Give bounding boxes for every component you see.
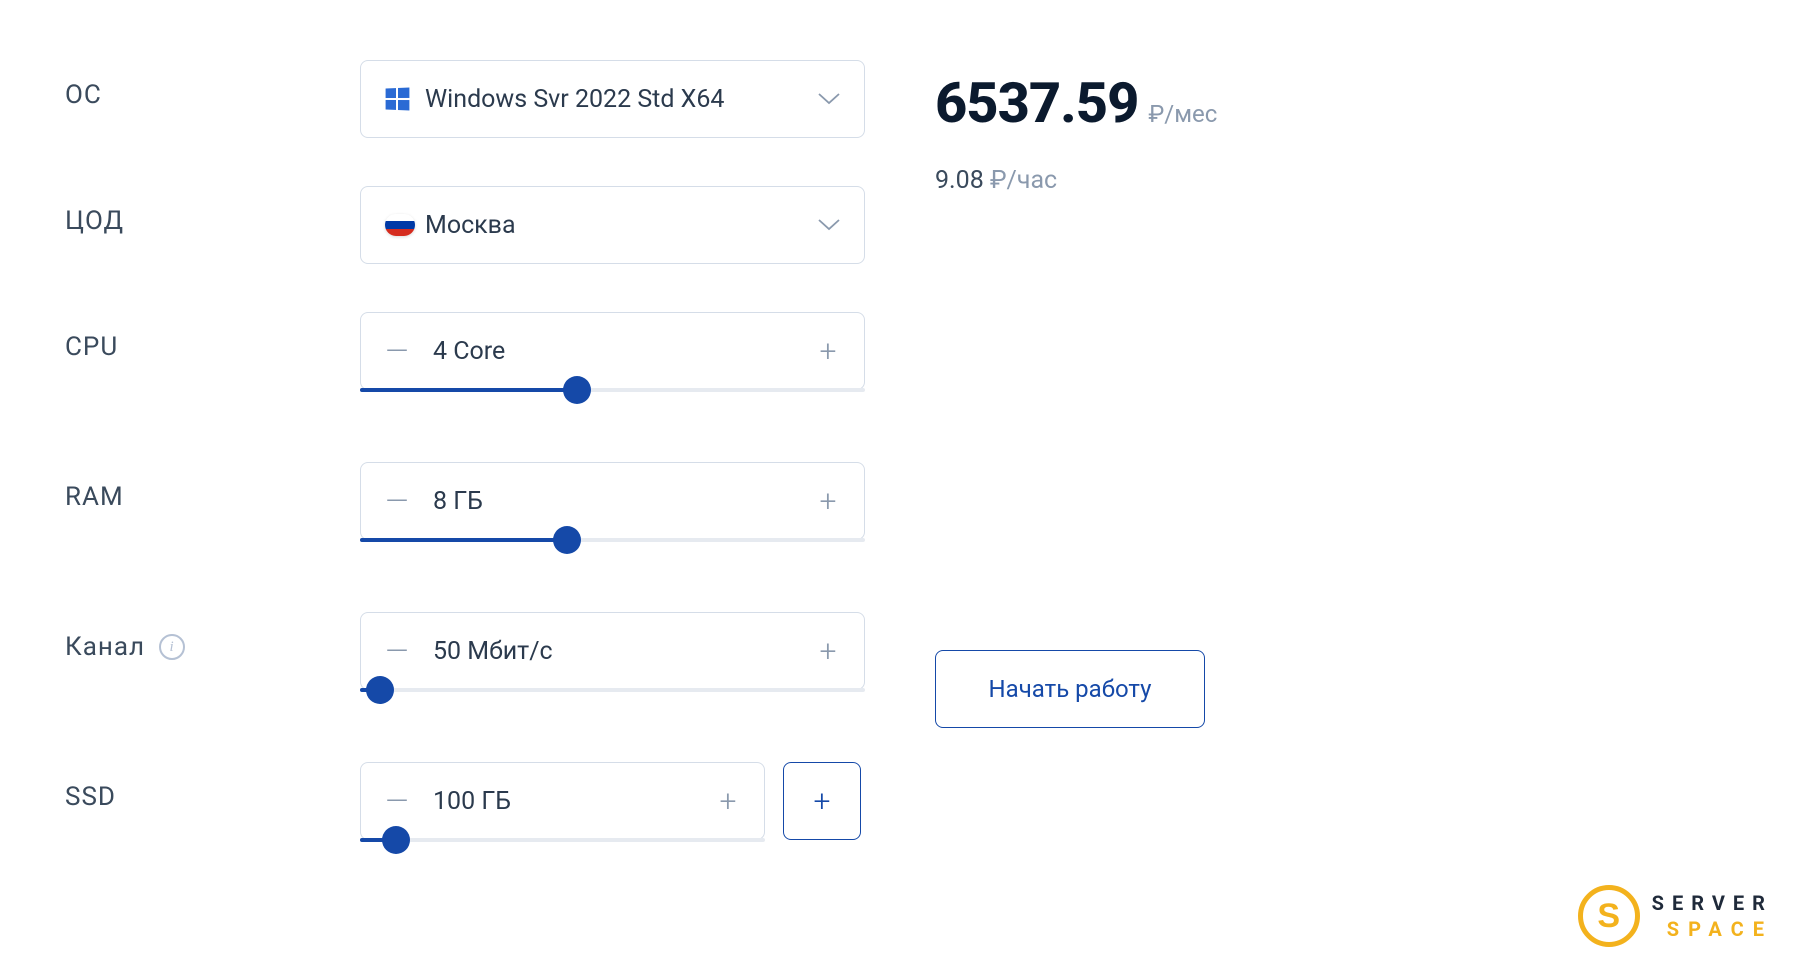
cpu-value: 4 Core — [433, 337, 792, 366]
channel-value: 50 Мбит/с — [433, 637, 792, 666]
ram-increment-button[interactable]: + — [792, 463, 864, 539]
cpu-stepper: — 4 Core + — [360, 312, 865, 390]
config-form: ОС Windows Svr 2022 Std X64 ЦОД — [65, 60, 865, 912]
os-select[interactable]: Windows Svr 2022 Std X64 — [360, 60, 865, 138]
chevron-down-icon — [818, 90, 840, 109]
channel-slider-thumb[interactable] — [366, 676, 394, 704]
windows-icon — [385, 88, 417, 110]
price-monthly-unit: ₽/мес — [1148, 100, 1217, 128]
brand-mark-icon — [1578, 885, 1640, 947]
brand-text-line1: SERVER — [1652, 891, 1773, 915]
cpu-slider-thumb[interactable] — [563, 376, 591, 404]
start-button[interactable]: Начать работу — [935, 650, 1205, 728]
datacenter-value: Москва — [417, 211, 818, 240]
price-panel: 6537.59 ₽/мес 9.08 ₽/час Начать работу — [935, 60, 1217, 912]
info-icon[interactable]: i — [159, 634, 185, 660]
channel-row: Канал i — 50 Мбит/с + — [65, 612, 865, 690]
add-disk-button[interactable]: + — [783, 762, 861, 840]
channel-label: Канал — [65, 632, 145, 662]
channel-increment-button[interactable]: + — [792, 613, 864, 689]
cpu-label: CPU — [65, 312, 360, 362]
ram-stepper: — 8 ГБ + — [360, 462, 865, 540]
brand-logo: SERVER SPACE — [1578, 885, 1773, 947]
ram-decrement-button[interactable]: — — [361, 463, 433, 539]
russia-flag-icon — [385, 214, 417, 236]
cpu-row: CPU — 4 Core + — [65, 312, 865, 390]
price-hourly-unit: ₽/час — [990, 166, 1057, 195]
cpu-decrement-button[interactable]: — — [361, 313, 433, 389]
ssd-label: SSD — [65, 762, 360, 812]
price-monthly-value: 6537.59 — [935, 70, 1138, 136]
chevron-down-icon — [818, 216, 840, 235]
ram-value: 8 ГБ — [433, 487, 792, 516]
ssd-row: SSD — 100 ГБ + + — [65, 762, 865, 840]
ssd-slider-thumb[interactable] — [382, 826, 410, 854]
datacenter-row: ЦОД Москва — [65, 186, 865, 264]
ram-row: RAM — 8 ГБ + — [65, 462, 865, 540]
datacenter-label: ЦОД — [65, 186, 360, 236]
ram-slider[interactable] — [360, 538, 865, 542]
ssd-value: 100 ГБ — [433, 787, 692, 816]
ram-slider-thumb[interactable] — [553, 526, 581, 554]
channel-slider[interactable] — [360, 688, 865, 692]
brand-text-line2: SPACE — [1652, 917, 1773, 941]
os-label: ОС — [65, 60, 360, 110]
ssd-stepper: — 100 ГБ + — [360, 762, 765, 840]
ssd-slider[interactable] — [360, 838, 765, 842]
price-hourly-value: 9.08 — [935, 166, 984, 195]
os-value: Windows Svr 2022 Std X64 — [417, 85, 818, 114]
cpu-slider[interactable] — [360, 388, 865, 392]
datacenter-select[interactable]: Москва — [360, 186, 865, 264]
os-row: ОС Windows Svr 2022 Std X64 — [65, 60, 865, 138]
ssd-increment-button[interactable]: + — [692, 763, 764, 839]
channel-stepper: — 50 Мбит/с + — [360, 612, 865, 690]
cpu-increment-button[interactable]: + — [792, 313, 864, 389]
ram-label: RAM — [65, 462, 360, 512]
